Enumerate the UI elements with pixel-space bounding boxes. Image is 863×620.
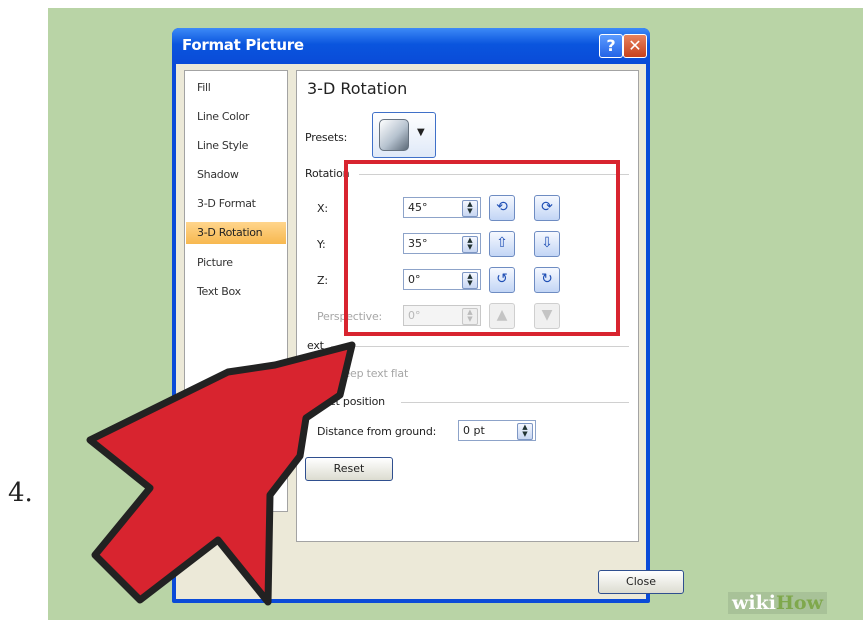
wikihow-watermark: wikiHow	[728, 592, 827, 614]
pointer-arrow-icon	[86, 341, 356, 606]
